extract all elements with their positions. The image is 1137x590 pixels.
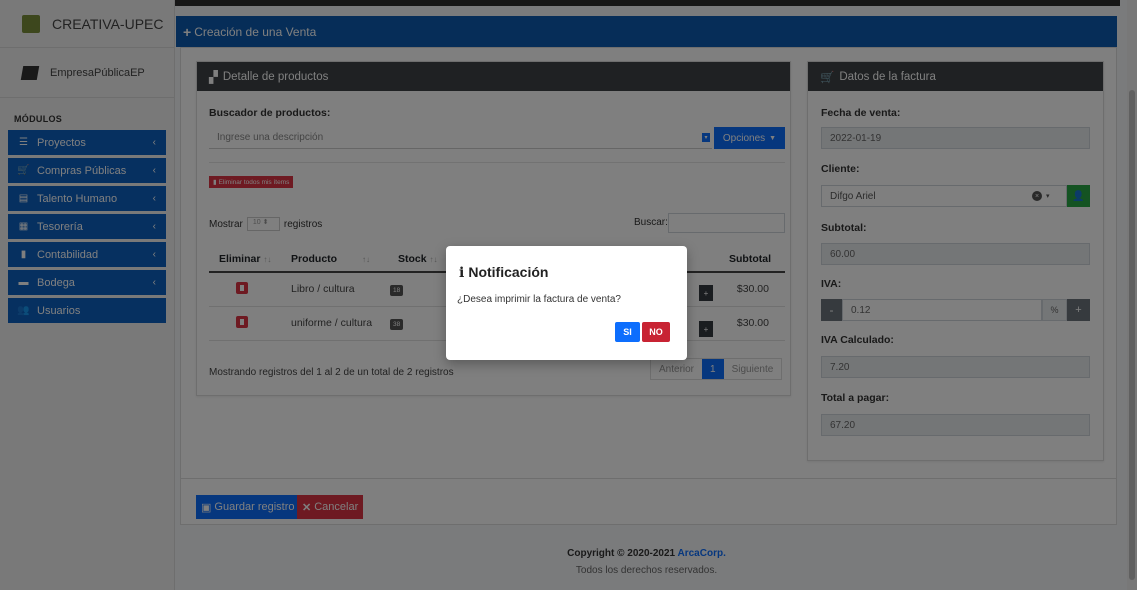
yes-button[interactable]: SI xyxy=(615,322,640,342)
modal-title: i Notificación xyxy=(459,264,548,281)
modal-title-text: Notificación xyxy=(468,264,549,280)
info-icon: i xyxy=(459,265,465,281)
modal-message: ¿Desea imprimir la factura de venta? xyxy=(457,294,621,305)
no-button[interactable]: NO xyxy=(642,322,670,342)
notification-modal: i Notificación ¿Desea imprimir la factura… xyxy=(446,246,687,360)
